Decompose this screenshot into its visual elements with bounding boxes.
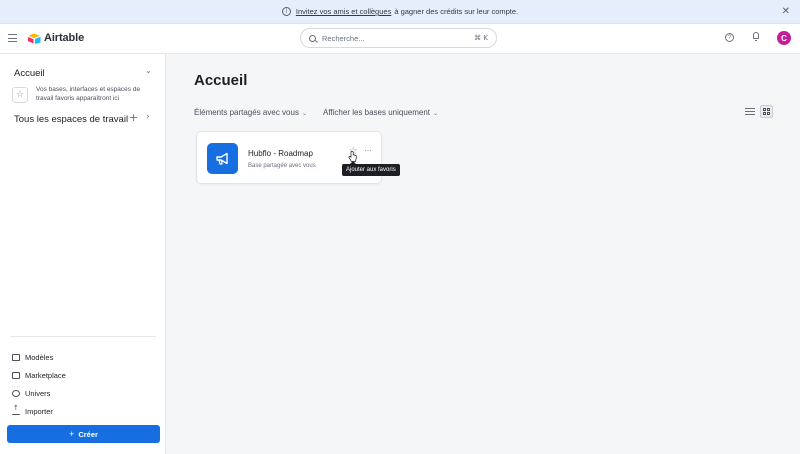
banner-text: à gagner des crédits sur leur compte. [394, 7, 519, 16]
grid-view-icon[interactable] [760, 105, 773, 118]
sidebar-item-marketplace[interactable]: Marketplace [12, 366, 158, 384]
book-icon [12, 353, 20, 361]
close-icon[interactable]: ✕ [782, 6, 790, 17]
sidebar-item-label: Modèles [25, 352, 54, 362]
sidebar-item-label: Marketplace [25, 370, 66, 380]
sidebar-item-home[interactable]: Accueil [14, 68, 45, 79]
chevron-down-icon: ⌄ [433, 110, 439, 117]
chevron-down-icon[interactable]: ⌄ [145, 66, 152, 75]
base-tile [207, 143, 238, 174]
info-icon: i [281, 7, 291, 16]
star-icon: ☆ [12, 87, 28, 103]
create-label: Créer [78, 429, 98, 439]
list-view-icon[interactable] [745, 107, 755, 117]
bell-icon[interactable] [752, 32, 760, 41]
search-placeholder: Recherche... [322, 33, 365, 43]
create-button[interactable]: + Créer [7, 425, 160, 443]
sidebar-divider [10, 336, 156, 337]
chevron-down-icon: ⌄ [301, 110, 307, 117]
upload-icon [12, 404, 20, 415]
globe-icon [12, 389, 20, 397]
sidebar-item-universe[interactable]: Univers [12, 384, 158, 402]
plus-icon: + [69, 429, 75, 439]
menu-icon[interactable] [8, 34, 17, 45]
more-options-icon[interactable]: ··· [364, 145, 372, 155]
help-icon[interactable]: ? [725, 33, 734, 42]
main-content: Accueil Éléments partagés avec vous ⌄ Aff… [167, 54, 800, 454]
base-subtitle: Base partagée avec vous [248, 163, 316, 169]
chevron-right-icon[interactable]: › [146, 112, 150, 122]
sidebar-item-templates[interactable]: Modèles [12, 348, 158, 366]
tooltip: Ajouter aux favoris [342, 161, 400, 176]
page-title: Accueil [194, 72, 248, 89]
airtable-logo-icon [28, 33, 41, 44]
sidebar-item-label: Univers [25, 388, 51, 398]
airtable-logo[interactable]: Airtable [28, 32, 84, 44]
shared-filter-dropdown[interactable]: Éléments partagés avec vous ⌄ [194, 108, 307, 117]
invite-link[interactable]: Invitez vos amis et collègues [296, 7, 391, 16]
avatar[interactable]: C [777, 31, 791, 45]
bases-filter-dropdown[interactable]: Afficher les bases uniquement ⌄ [323, 108, 438, 117]
search-icon [309, 34, 316, 42]
sidebar-item-import[interactable]: Importer [12, 402, 158, 420]
sidebar-item-label: Importer [25, 406, 53, 416]
logo-text: Airtable [44, 32, 85, 44]
search-shortcut: ⌘ K [474, 34, 488, 42]
favorites-placeholder: ☆ Vos bases, interfaces et espaces de tr… [12, 85, 156, 103]
filter-label: Afficher les bases uniquement [323, 108, 431, 117]
megaphone-icon [215, 152, 228, 165]
add-workspace-icon[interactable]: + [129, 111, 138, 124]
invite-banner: i Invitez vos amis et collègues à gagner… [0, 0, 800, 24]
filter-label: Éléments partagés avec vous [194, 108, 299, 117]
favorites-hint: Vos bases, interfaces et espaces de trav… [36, 86, 141, 102]
sidebar-bottom-links: Modèles Marketplace Univers Importer [12, 348, 158, 420]
marketplace-icon [12, 371, 20, 379]
top-header: Airtable Recherche... ⌘ K ? C [0, 24, 800, 54]
sidebar: Accueil ⌄ ☆ Vos bases, interfaces et esp… [0, 54, 166, 454]
search-input[interactable]: Recherche... ⌘ K [300, 28, 497, 48]
sidebar-item-workspaces[interactable]: Tous les espaces de travail [14, 114, 128, 125]
base-name: Hubflo - Roadmap [248, 149, 313, 158]
